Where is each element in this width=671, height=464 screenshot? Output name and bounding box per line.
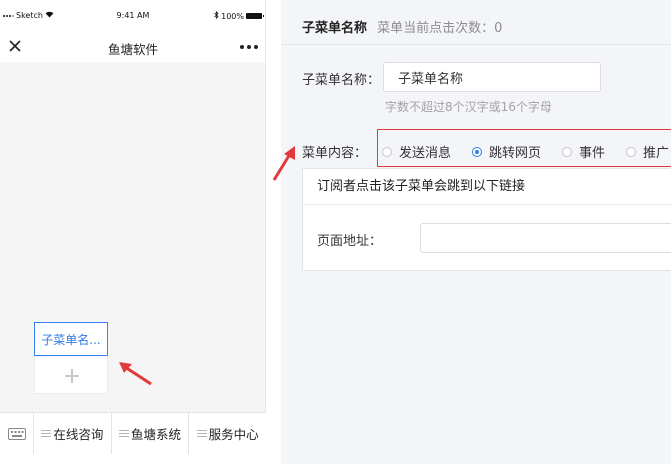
menu-button-system[interactable]: 鱼塘系统 <box>112 413 190 454</box>
battery-label: 100% <box>221 11 244 21</box>
click-count: 菜单当前点击次数：0 <box>377 21 503 36</box>
page-url-input[interactable] <box>420 223 671 253</box>
submenu-item[interactable]: 子菜单名... <box>34 322 108 356</box>
radio-label: 事件 <box>579 146 606 161</box>
menu-button-service[interactable]: 服务中心 <box>189 413 266 454</box>
editor-title: 子菜单名称 <box>302 21 368 36</box>
name-hint: 字数不超过8个汉字或16个字母 <box>385 100 552 114</box>
radio-selected-icon <box>472 146 482 157</box>
name-label: 子菜单名称： <box>302 73 381 88</box>
radio-icon <box>626 146 636 157</box>
radio-label: 推广 <box>643 146 670 161</box>
add-submenu-button[interactable] <box>34 357 108 394</box>
phone-menu-bar: 在线咨询 鱼塘系统 服务中心 <box>0 412 266 454</box>
url-label: 页面地址： <box>317 234 383 249</box>
annotation-arrow <box>119 362 152 386</box>
radio-label: 发送消息 <box>399 146 452 161</box>
radio-promotion[interactable]: 推广 <box>626 142 669 161</box>
phone-nav-title: 鱼塘软件 <box>107 42 158 57</box>
more-icon[interactable] <box>240 45 258 49</box>
phone-nav-bar: 鱼塘软件 <box>0 32 266 62</box>
content-label: 菜单内容： <box>302 146 368 161</box>
submenu-editor: 子菜单名称 菜单当前点击次数：0 子菜单名称： 字数不超过8个汉字或16个字母 … <box>272 0 671 464</box>
menu-button-consult[interactable]: 在线咨询 <box>34 413 112 454</box>
battery-icon <box>246 13 264 19</box>
menu-label: 在线咨询 <box>53 427 104 442</box>
phone-preview: Sketch 9:41 AM 100% 鱼塘软件 子菜单名... 在线咨询 鱼塘… <box>0 0 266 464</box>
radio-event[interactable]: 事件 <box>562 142 605 161</box>
menu-lines-icon <box>41 430 52 437</box>
divider <box>281 44 671 45</box>
radio-icon <box>382 146 392 157</box>
annotation-arrow <box>272 146 295 181</box>
radio-send-message[interactable]: 发送消息 <box>382 142 451 161</box>
bluetooth-icon <box>214 10 219 21</box>
menu-lines-icon <box>196 430 207 437</box>
link-settings-card: 订阅者点击该子菜单会跳到以下链接 页面地址： <box>302 168 671 271</box>
menu-label: 鱼塘系统 <box>131 427 182 442</box>
phone-bottom <box>0 454 266 464</box>
radio-icon <box>562 146 572 157</box>
status-bar: Sketch 9:41 AM 100% <box>0 8 266 24</box>
menu-label: 服务中心 <box>208 427 259 442</box>
keyboard-icon[interactable] <box>0 413 34 454</box>
phone-content-area: 子菜单名... <box>0 62 265 412</box>
radio-label: 跳转网页 <box>489 146 542 161</box>
status-right: 100% <box>214 10 264 21</box>
content-type-group: 发送消息 跳转网页 事件 推广 <box>377 129 671 167</box>
submenu-name-input[interactable] <box>383 62 601 92</box>
link-card-title: 订阅者点击该子菜单会跳到以下链接 <box>303 169 671 205</box>
radio-open-webpage[interactable]: 跳转网页 <box>472 142 541 161</box>
editor-header: 子菜单名称 菜单当前点击次数：0 <box>302 17 502 36</box>
menu-lines-icon <box>119 430 129 437</box>
